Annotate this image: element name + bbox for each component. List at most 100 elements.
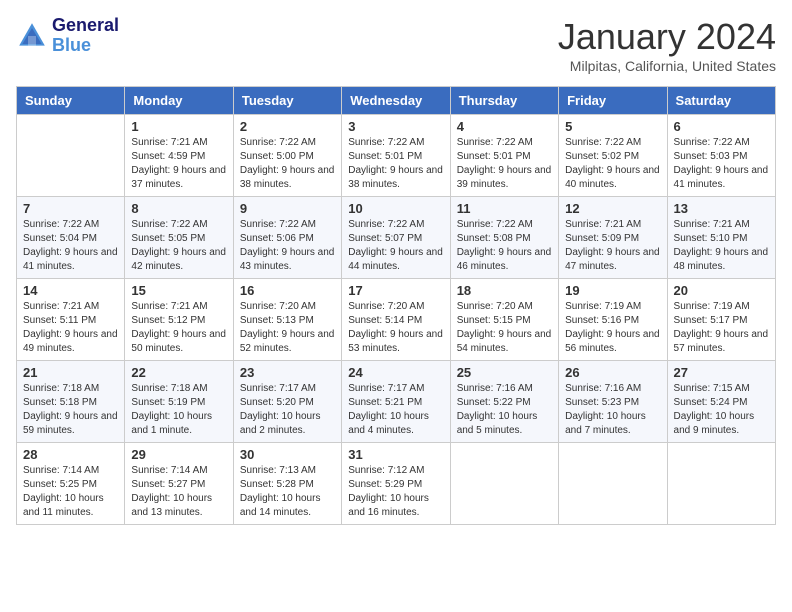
day-info: Sunrise: 7:22 AM Sunset: 5:01 PM Dayligh… — [348, 136, 443, 192]
day-info: Sunrise: 7:22 AM Sunset: 5:07 PM Dayligh… — [348, 218, 443, 274]
logo-text: General Blue — [52, 16, 119, 56]
day-info: Sunrise: 7:16 AM Sunset: 5:22 PM Dayligh… — [457, 382, 552, 438]
calendar-cell: 20 Sunrise: 7:19 AM Sunset: 5:17 PM Dayli… — [667, 279, 775, 361]
month-title: January 2024 — [558, 16, 776, 58]
day-info: Sunrise: 7:14 AM Sunset: 5:27 PM Dayligh… — [131, 464, 226, 520]
day-info: Sunrise: 7:20 AM Sunset: 5:15 PM Dayligh… — [457, 300, 552, 356]
day-number: 31 — [348, 447, 443, 462]
day-number: 9 — [240, 201, 335, 216]
logo: General Blue — [16, 16, 119, 56]
day-info: Sunrise: 7:22 AM Sunset: 5:06 PM Dayligh… — [240, 218, 335, 274]
day-info: Sunrise: 7:15 AM Sunset: 5:24 PM Dayligh… — [674, 382, 769, 438]
calendar-cell: 7 Sunrise: 7:22 AM Sunset: 5:04 PM Daylig… — [17, 197, 125, 279]
calendar-cell: 12Sunrise: 7:21 AM Sunset: 5:09 PM Dayli… — [559, 197, 667, 279]
day-number: 23 — [240, 365, 335, 380]
day-number: 11 — [457, 201, 552, 216]
day-number: 25 — [457, 365, 552, 380]
day-info: Sunrise: 7:22 AM Sunset: 5:04 PM Dayligh… — [23, 218, 118, 274]
day-number: 4 — [457, 119, 552, 134]
calendar-cell: 27 Sunrise: 7:15 AM Sunset: 5:24 PM Dayli… — [667, 361, 775, 443]
calendar-cell: 10 Sunrise: 7:22 AM Sunset: 5:07 PM Dayli… — [342, 197, 450, 279]
calendar-cell: 29 Sunrise: 7:14 AM Sunset: 5:27 PM Dayli… — [125, 443, 233, 525]
calendar-cell — [559, 443, 667, 525]
day-number: 27 — [674, 365, 769, 380]
calendar-cell: 24 Sunrise: 7:17 AM Sunset: 5:21 PM Dayli… — [342, 361, 450, 443]
day-number: 1 — [131, 119, 226, 134]
calendar-cell: 1 Sunrise: 7:21 AM Sunset: 4:59 PM Daylig… — [125, 115, 233, 197]
weekday-header: Wednesday — [342, 87, 450, 115]
calendar-week-row: 14Sunrise: 7:21 AM Sunset: 5:11 PM Dayli… — [17, 279, 776, 361]
day-number: 17 — [348, 283, 443, 298]
day-number: 22 — [131, 365, 226, 380]
page-header: General Blue January 2024 Milpitas, Cali… — [16, 16, 776, 74]
day-number: 26 — [565, 365, 660, 380]
day-number: 13 — [674, 201, 769, 216]
calendar-week-row: 7 Sunrise: 7:22 AM Sunset: 5:04 PM Daylig… — [17, 197, 776, 279]
day-info: Sunrise: 7:21 AM Sunset: 4:59 PM Dayligh… — [131, 136, 226, 192]
weekday-header: Thursday — [450, 87, 558, 115]
calendar-cell: 16 Sunrise: 7:20 AM Sunset: 5:13 PM Dayli… — [233, 279, 341, 361]
day-info: Sunrise: 7:20 AM Sunset: 5:13 PM Dayligh… — [240, 300, 335, 356]
day-info: Sunrise: 7:18 AM Sunset: 5:19 PM Dayligh… — [131, 382, 226, 438]
weekday-header: Saturday — [667, 87, 775, 115]
day-number: 24 — [348, 365, 443, 380]
calendar-week-row: 28 Sunrise: 7:14 AM Sunset: 5:25 PM Dayli… — [17, 443, 776, 525]
calendar-cell: 3Sunrise: 7:22 AM Sunset: 5:01 PM Daylig… — [342, 115, 450, 197]
calendar-cell: 2 Sunrise: 7:22 AM Sunset: 5:00 PM Daylig… — [233, 115, 341, 197]
day-info: Sunrise: 7:20 AM Sunset: 5:14 PM Dayligh… — [348, 300, 443, 356]
weekday-header: Monday — [125, 87, 233, 115]
day-number: 29 — [131, 447, 226, 462]
day-number: 10 — [348, 201, 443, 216]
day-info: Sunrise: 7:13 AM Sunset: 5:28 PM Dayligh… — [240, 464, 335, 520]
calendar-cell: 21Sunrise: 7:18 AM Sunset: 5:18 PM Dayli… — [17, 361, 125, 443]
calendar-cell — [17, 115, 125, 197]
day-number: 2 — [240, 119, 335, 134]
calendar-cell: 5 Sunrise: 7:22 AM Sunset: 5:02 PM Daylig… — [559, 115, 667, 197]
calendar-cell: 31Sunrise: 7:12 AM Sunset: 5:29 PM Dayli… — [342, 443, 450, 525]
calendar-cell: 15Sunrise: 7:21 AM Sunset: 5:12 PM Dayli… — [125, 279, 233, 361]
calendar-cell: 26Sunrise: 7:16 AM Sunset: 5:23 PM Dayli… — [559, 361, 667, 443]
weekday-header: Sunday — [17, 87, 125, 115]
calendar-cell: 17 Sunrise: 7:20 AM Sunset: 5:14 PM Dayli… — [342, 279, 450, 361]
day-number: 21 — [23, 365, 118, 380]
day-number: 30 — [240, 447, 335, 462]
day-info: Sunrise: 7:14 AM Sunset: 5:25 PM Dayligh… — [23, 464, 118, 520]
calendar-cell: 30 Sunrise: 7:13 AM Sunset: 5:28 PM Dayli… — [233, 443, 341, 525]
calendar-cell: 19 Sunrise: 7:19 AM Sunset: 5:16 PM Dayli… — [559, 279, 667, 361]
calendar-cell — [450, 443, 558, 525]
day-info: Sunrise: 7:22 AM Sunset: 5:05 PM Dayligh… — [131, 218, 226, 274]
day-number: 8 — [131, 201, 226, 216]
day-number: 19 — [565, 283, 660, 298]
calendar-week-row: 21Sunrise: 7:18 AM Sunset: 5:18 PM Dayli… — [17, 361, 776, 443]
calendar-week-row: 1 Sunrise: 7:21 AM Sunset: 4:59 PM Daylig… — [17, 115, 776, 197]
day-info: Sunrise: 7:17 AM Sunset: 5:21 PM Dayligh… — [348, 382, 443, 438]
day-info: Sunrise: 7:22 AM Sunset: 5:00 PM Dayligh… — [240, 136, 335, 192]
day-info: Sunrise: 7:22 AM Sunset: 5:03 PM Dayligh… — [674, 136, 769, 192]
day-info: Sunrise: 7:22 AM Sunset: 5:08 PM Dayligh… — [457, 218, 552, 274]
day-number: 15 — [131, 283, 226, 298]
calendar-table: SundayMondayTuesdayWednesdayThursdayFrid… — [16, 86, 776, 525]
day-number: 18 — [457, 283, 552, 298]
calendar-cell: 22 Sunrise: 7:18 AM Sunset: 5:19 PM Dayli… — [125, 361, 233, 443]
calendar-cell: 11 Sunrise: 7:22 AM Sunset: 5:08 PM Dayli… — [450, 197, 558, 279]
calendar-cell: 8 Sunrise: 7:22 AM Sunset: 5:05 PM Daylig… — [125, 197, 233, 279]
day-number: 14 — [23, 283, 118, 298]
calendar-cell: 25 Sunrise: 7:16 AM Sunset: 5:22 PM Dayli… — [450, 361, 558, 443]
day-number: 28 — [23, 447, 118, 462]
day-info: Sunrise: 7:22 AM Sunset: 5:02 PM Dayligh… — [565, 136, 660, 192]
day-number: 7 — [23, 201, 118, 216]
day-info: Sunrise: 7:17 AM Sunset: 5:20 PM Dayligh… — [240, 382, 335, 438]
weekday-header-row: SundayMondayTuesdayWednesdayThursdayFrid… — [17, 87, 776, 115]
day-info: Sunrise: 7:21 AM Sunset: 5:10 PM Dayligh… — [674, 218, 769, 274]
calendar-cell: 9 Sunrise: 7:22 AM Sunset: 5:06 PM Daylig… — [233, 197, 341, 279]
day-info: Sunrise: 7:21 AM Sunset: 5:09 PM Dayligh… — [565, 218, 660, 274]
day-number: 16 — [240, 283, 335, 298]
calendar-cell: 18 Sunrise: 7:20 AM Sunset: 5:15 PM Dayli… — [450, 279, 558, 361]
day-number: 20 — [674, 283, 769, 298]
day-number: 5 — [565, 119, 660, 134]
day-info: Sunrise: 7:19 AM Sunset: 5:16 PM Dayligh… — [565, 300, 660, 356]
day-info: Sunrise: 7:22 AM Sunset: 5:01 PM Dayligh… — [457, 136, 552, 192]
day-info: Sunrise: 7:19 AM Sunset: 5:17 PM Dayligh… — [674, 300, 769, 356]
location: Milpitas, California, United States — [558, 58, 776, 74]
calendar-cell — [667, 443, 775, 525]
